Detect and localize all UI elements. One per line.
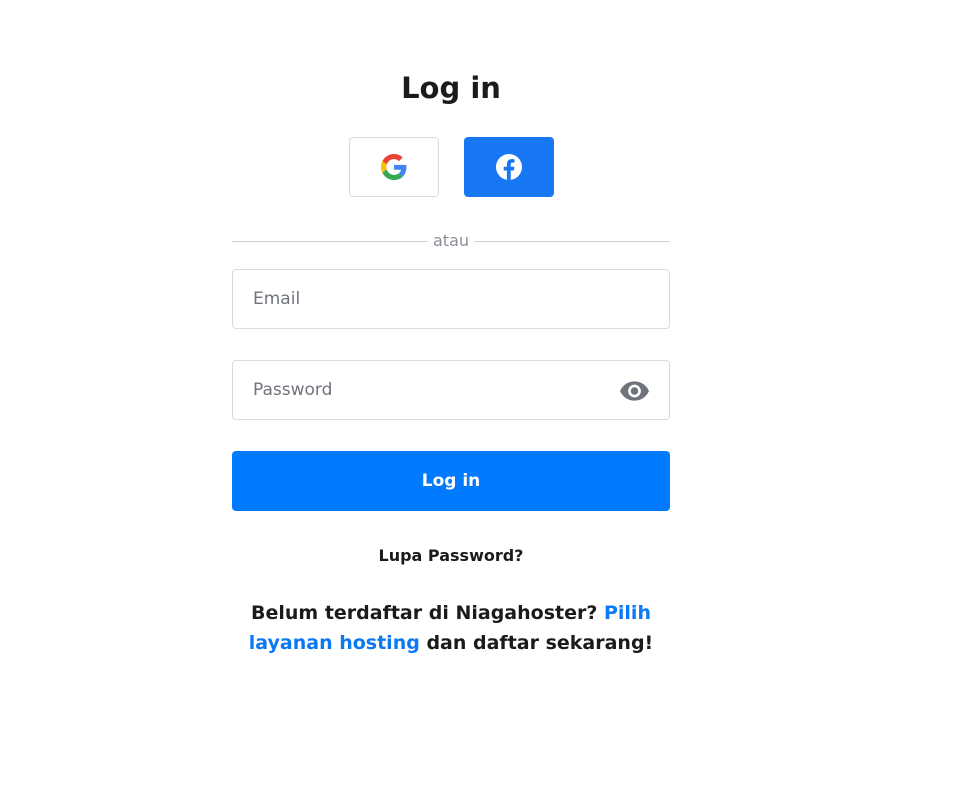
- page-title: Log in: [401, 71, 501, 105]
- facebook-icon: [496, 154, 522, 180]
- google-login-button[interactable]: [349, 137, 439, 197]
- signup-suffix: dan daftar sekarang!: [419, 632, 654, 654]
- password-input[interactable]: [233, 361, 669, 419]
- password-field: [232, 360, 670, 420]
- social-login-row: [349, 137, 554, 197]
- divider-line-left: [232, 240, 428, 242]
- signup-prefix: Belum terdaftar di Niagahoster?: [251, 602, 604, 624]
- facebook-login-button[interactable]: [464, 137, 554, 197]
- email-input[interactable]: [233, 270, 669, 328]
- forgot-password-link[interactable]: Lupa Password?: [232, 545, 670, 567]
- signup-prompt: Belum terdaftar di Niagahoster? Pilih la…: [232, 598, 670, 658]
- login-button[interactable]: Log in: [232, 451, 670, 511]
- or-divider: atau: [232, 230, 670, 252]
- eye-icon[interactable]: [619, 379, 649, 403]
- divider-line-right: [474, 240, 670, 242]
- divider-text: atau: [432, 231, 470, 250]
- google-icon: [381, 154, 407, 180]
- email-field: [232, 269, 670, 329]
